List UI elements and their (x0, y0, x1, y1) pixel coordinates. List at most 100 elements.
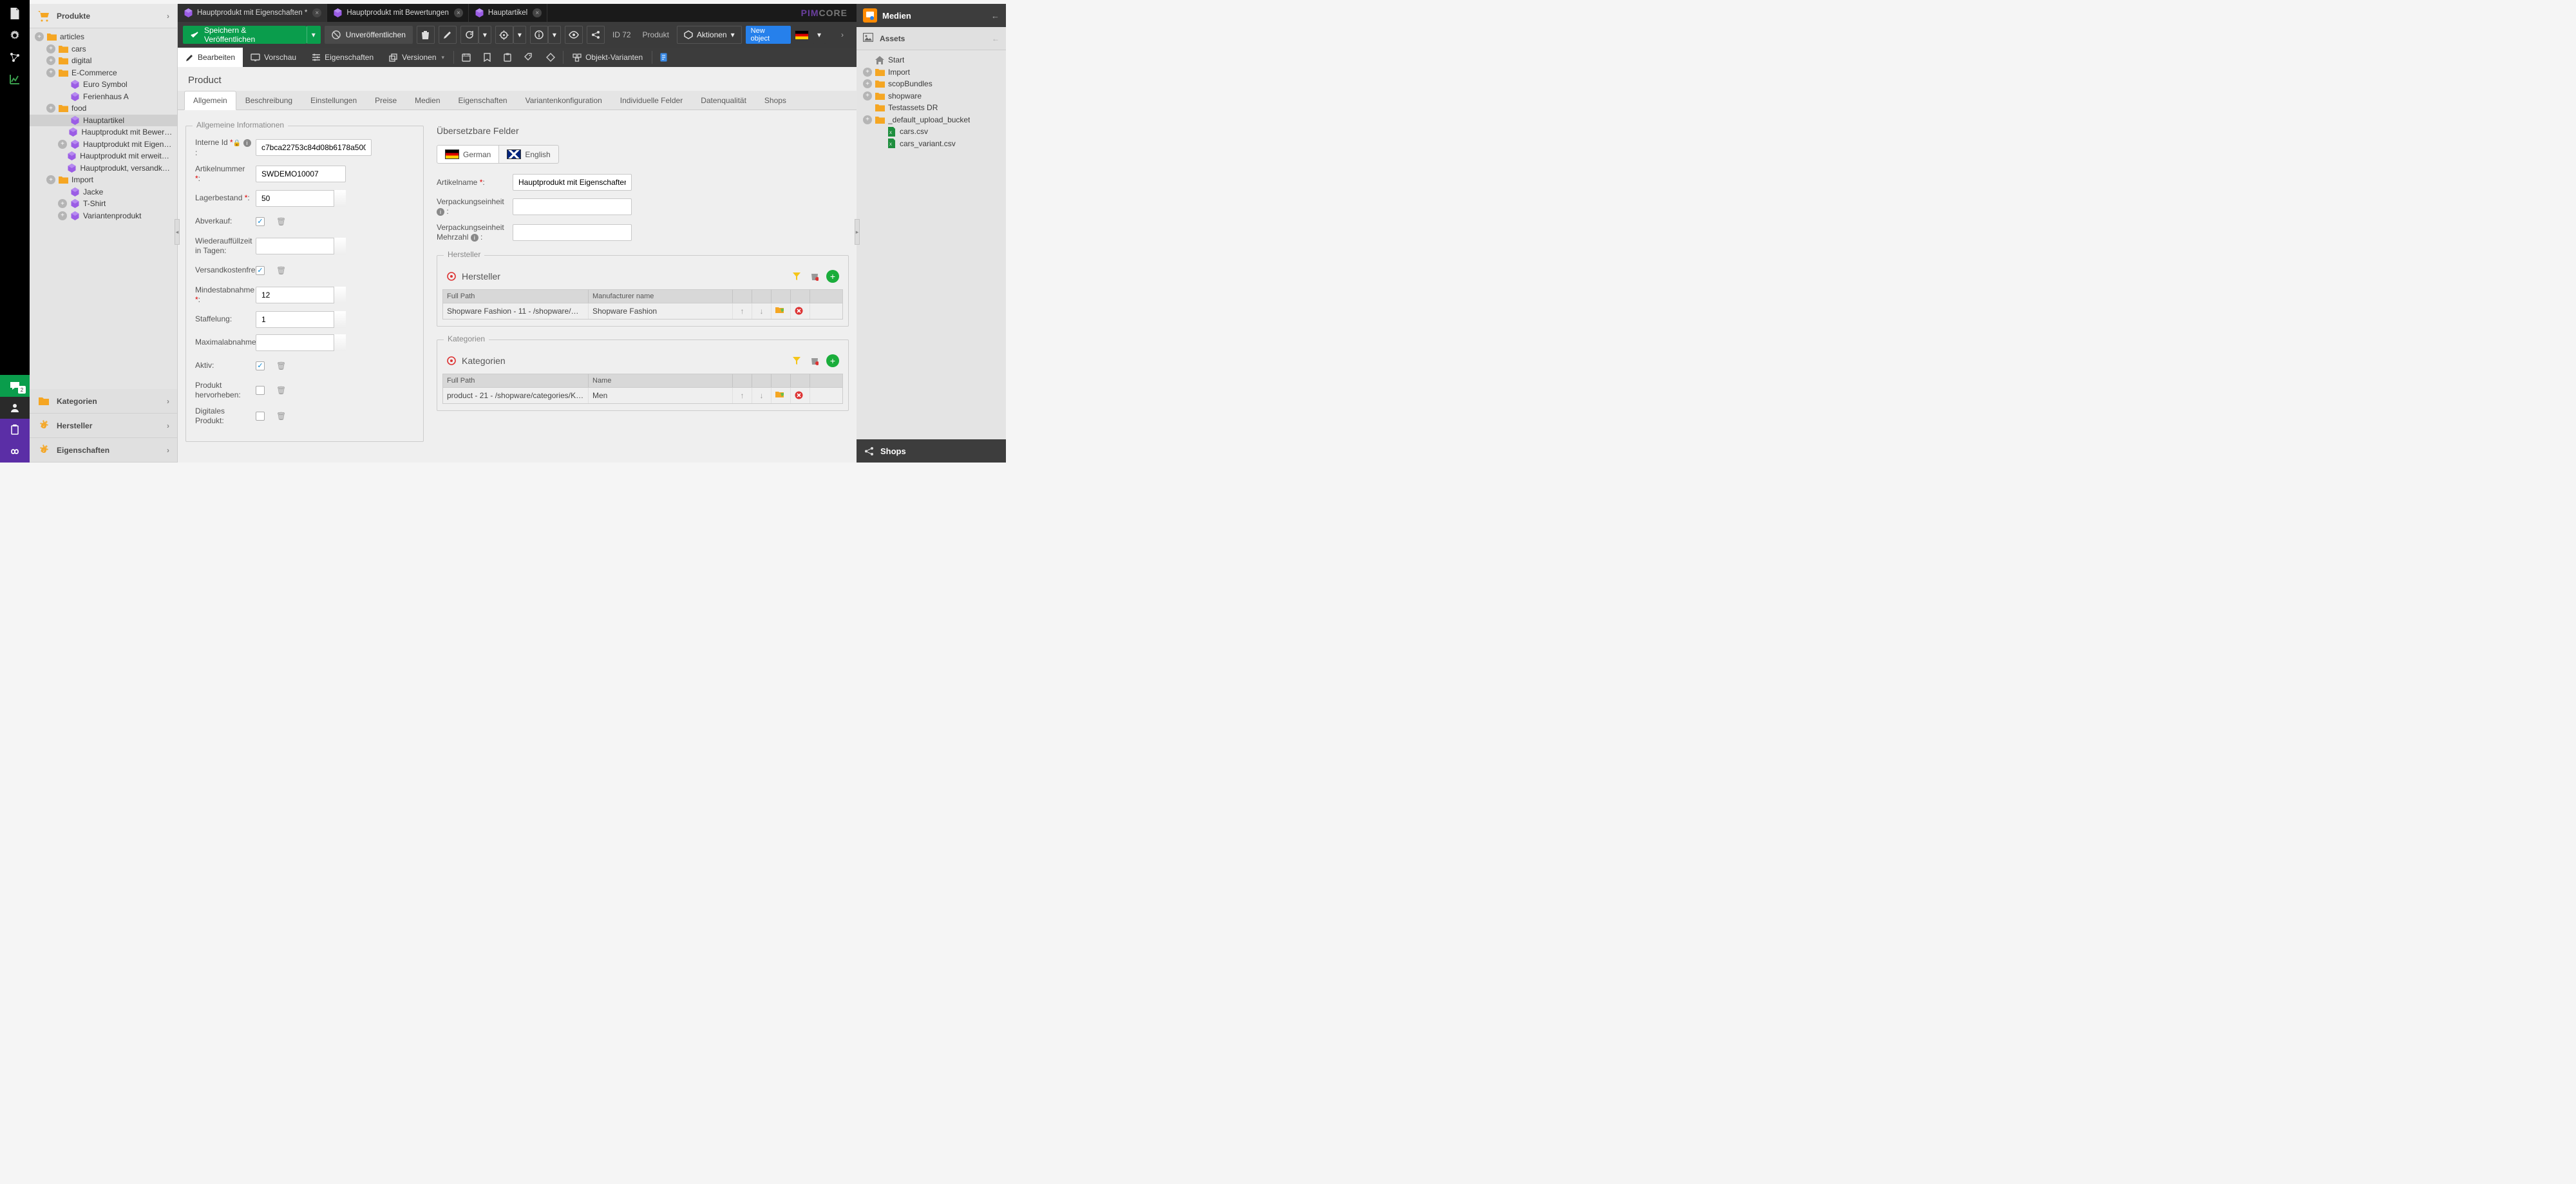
document-tab[interactable]: Hauptprodukt mit Eigenschaften *× (178, 4, 327, 22)
subtab[interactable]: Allgemein (184, 91, 236, 110)
language-dropdown[interactable]: ▾ (813, 26, 826, 44)
expand-icon[interactable]: + (58, 140, 67, 149)
sidebar-tab-kategorien[interactable]: Kategorien › (30, 389, 177, 414)
tab-objektvarianten[interactable]: Objekt-Varianten (565, 48, 650, 67)
clear-icon[interactable]: 🗑 (276, 386, 286, 395)
lagerbestand-input[interactable] (256, 190, 346, 207)
expand-icon[interactable]: + (58, 211, 67, 220)
subtab[interactable]: Eigenschaften (450, 91, 516, 110)
tree-item[interactable]: +E-Commerce (30, 67, 177, 79)
verpackung-mehr-input[interactable] (513, 224, 632, 241)
filter-icon[interactable] (790, 270, 803, 283)
arrow-up-icon[interactable]: ↑ (733, 388, 752, 403)
filter-icon[interactable] (790, 354, 803, 367)
verpackung-input[interactable] (513, 198, 632, 215)
calendar-icon[interactable] (455, 48, 477, 67)
clear-icon[interactable]: 🗑 (276, 412, 286, 421)
infinity-icon[interactable] (0, 441, 30, 463)
preview-icon[interactable] (565, 26, 583, 44)
info-icon[interactable] (530, 26, 548, 44)
open-icon[interactable] (772, 388, 791, 403)
edit-icon[interactable] (439, 26, 457, 44)
delete-icon[interactable] (808, 270, 821, 283)
tree-item[interactable]: +Import (30, 174, 177, 186)
artikelname-input[interactable] (513, 174, 632, 191)
tab-eigenschaften[interactable]: Eigenschaften (304, 48, 381, 67)
aktiv-checkbox[interactable]: ✓ (256, 361, 265, 370)
info-dropdown[interactable]: ▾ (548, 26, 561, 44)
flag-de-icon[interactable] (795, 30, 809, 40)
assets-header[interactable]: Assets ← (857, 27, 1006, 50)
tree-item[interactable]: +Variantenprodukt (30, 210, 177, 222)
tree-item[interactable]: +Hauptprodukt mit Eigenschaften (30, 138, 177, 151)
actions-dropdown[interactable]: Aktionen ▾ (677, 26, 742, 44)
delete-icon[interactable] (417, 26, 435, 44)
document-tab[interactable]: Hauptartikel× (469, 4, 547, 22)
collapse-left-icon[interactable]: ◂ (175, 219, 180, 245)
save-publish-button[interactable]: Speichern & Veröffentlichen (183, 26, 307, 44)
network-icon[interactable] (0, 46, 30, 68)
medien-header[interactable]: Medien ← (857, 4, 1006, 27)
artikelnummer-input[interactable] (256, 166, 346, 182)
arrow-down-icon[interactable]: ↓ (752, 388, 772, 403)
clipboard-icon[interactable] (497, 48, 518, 67)
tree-item[interactable]: Xcars.csv (857, 126, 1006, 138)
tree-item[interactable]: Testassets DR (857, 102, 1006, 114)
tab-versionen[interactable]: Versionen ▾ (381, 48, 452, 67)
new-object-badge[interactable]: New object (746, 26, 791, 44)
digital-checkbox[interactable] (256, 412, 265, 421)
expand-icon[interactable]: + (35, 32, 44, 41)
expand-icon[interactable]: + (863, 79, 872, 88)
close-icon[interactable]: × (454, 8, 463, 17)
expand-icon[interactable]: + (863, 91, 872, 100)
chart-icon[interactable] (0, 68, 30, 90)
arrow-down-icon[interactable]: ↓ (752, 303, 772, 319)
tree-item[interactable]: +digital (30, 55, 177, 67)
sidebar-tab-produkte[interactable]: Produkte › (30, 4, 177, 28)
collapse-right-icon[interactable]: ▸ (855, 219, 860, 245)
messages-icon[interactable]: 2 (0, 375, 30, 397)
expand-icon[interactable]: + (58, 199, 67, 208)
tab-bearbeiten[interactable]: Bearbeiten (178, 48, 243, 67)
tree-item[interactable]: +cars (30, 43, 177, 55)
tree-item[interactable]: Ferienhaus A (30, 91, 177, 103)
expand-icon[interactable]: + (46, 44, 55, 53)
subtab[interactable]: Beschreibung (236, 91, 301, 110)
remove-icon[interactable] (791, 303, 810, 319)
subtab[interactable]: Individuelle Felder (611, 91, 692, 110)
tree-item[interactable]: Hauptprodukt mit erweiterten Preisen (30, 150, 177, 162)
lang-tab-english[interactable]: English (499, 145, 558, 164)
clear-icon[interactable]: 🗑 (276, 217, 286, 226)
user-icon[interactable] (0, 397, 30, 419)
reload-dropdown[interactable]: ▾ (478, 26, 491, 44)
clipboard-icon[interactable] (0, 419, 30, 441)
interne-id-input[interactable] (256, 139, 372, 156)
sidebar-tab-eigenschaften[interactable]: Eigenschaften › (30, 438, 177, 463)
expand-icon[interactable]: + (863, 68, 872, 77)
table-row[interactable]: product - 21 - /shopware/categories/Kata… (443, 388, 842, 403)
close-icon[interactable]: × (533, 8, 542, 17)
tree-item[interactable]: +T-Shirt (30, 198, 177, 210)
file-icon[interactable] (0, 3, 30, 24)
shops-footer[interactable]: Shops (857, 439, 1006, 463)
diamond-icon[interactable] (540, 48, 562, 67)
collapse-icon[interactable]: ← (991, 11, 999, 21)
tree-item[interactable]: Hauptartikel (30, 115, 177, 127)
staffelung-input[interactable] (256, 311, 346, 328)
mindestabnahme-input[interactable] (256, 287, 346, 303)
locate-dropdown[interactable]: ▾ (513, 26, 526, 44)
unpublish-button[interactable]: Unveröffentlichen (325, 26, 413, 44)
tree-item[interactable]: Hauptprodukt mit Bewertungen (30, 126, 177, 138)
scroll-right-icon[interactable]: › (833, 26, 851, 44)
sidebar-tab-hersteller[interactable]: Hersteller › (30, 414, 177, 438)
collapse-icon[interactable]: ← (992, 34, 999, 43)
document-icon[interactable] (654, 48, 674, 67)
tree-item[interactable]: Euro Symbol (30, 79, 177, 91)
tree-item[interactable]: Jacke (30, 186, 177, 198)
remove-icon[interactable] (791, 388, 810, 403)
tree-item[interactable]: +Import (857, 66, 1006, 79)
tree-item[interactable]: Start (857, 54, 1006, 66)
arrow-up-icon[interactable]: ↑ (733, 303, 752, 319)
locate-icon[interactable] (495, 26, 513, 44)
wiederauffuell-input[interactable] (256, 238, 346, 254)
